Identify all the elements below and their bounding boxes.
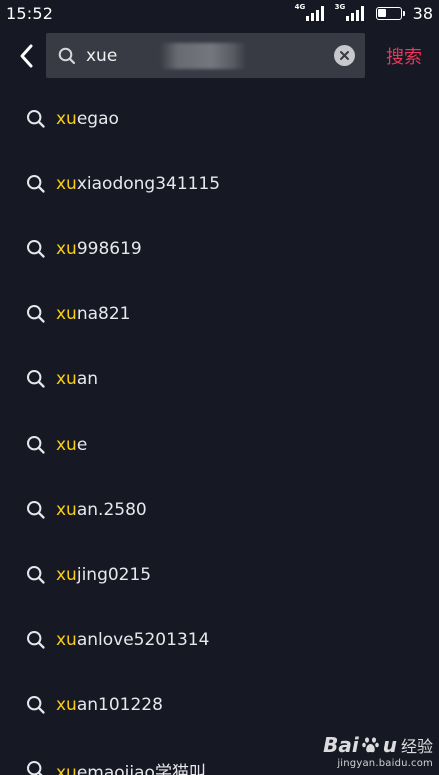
search-icon: [25, 694, 47, 716]
suggestion-text: xuna821: [56, 304, 130, 324]
suggestion-item[interactable]: xu998619: [0, 216, 439, 281]
watermark-brand-end: u: [382, 733, 397, 757]
suggestion-rest: 998619: [76, 238, 142, 259]
suggestion-highlight: xu: [56, 434, 77, 455]
suggestion-highlight: xu: [56, 762, 77, 775]
suggestion-rest: e: [76, 434, 88, 455]
baidu-jingyan-watermark: Bai u 经验 jingyan.baidu.com: [323, 733, 433, 769]
search-header: 搜索: [0, 26, 439, 88]
battery-icon: [375, 6, 405, 20]
signal-4g-label: 4G: [294, 3, 306, 11]
watermark-sub: 经验: [400, 737, 433, 756]
suggestion-highlight: xu: [56, 108, 77, 129]
suggestion-highlight: xu: [56, 499, 77, 520]
search-icon: [25, 564, 47, 586]
signal-3g-label: 3G: [334, 3, 346, 11]
search-submit-button[interactable]: 搜索: [386, 43, 422, 69]
status-bar: 15:52 4G 3G 38: [0, 0, 439, 26]
suggestion-text: xuan101228: [56, 695, 163, 715]
suggestion-text: xuan.2580: [56, 500, 147, 520]
suggestion-highlight: xu: [56, 173, 77, 194]
search-icon: [25, 434, 47, 456]
suggestion-rest: na821: [76, 304, 131, 325]
suggestion-rest: emaojiao学猫叫: [76, 762, 206, 775]
suggestion-item[interactable]: xuan101228: [0, 673, 439, 738]
watermark-url: jingyan.baidu.com: [337, 758, 433, 769]
close-circle-icon: [340, 51, 349, 60]
suggestion-rest: an.2580: [76, 499, 147, 520]
suggestion-rest: an: [76, 369, 99, 390]
search-icon: [25, 303, 47, 325]
suggestion-rest: jing0215: [76, 564, 152, 585]
suggestion-rest: egao: [76, 108, 119, 129]
battery-fill: [378, 9, 387, 17]
search-icon: [25, 499, 47, 521]
suggestion-highlight: xu: [56, 695, 77, 716]
status-icons: 4G 3G 38: [294, 3, 433, 23]
search-icon: [25, 759, 47, 775]
search-icon: [25, 173, 47, 195]
suggestion-text: xue: [56, 435, 87, 455]
suggestion-list: xuegao xuxiaodong341115 xu998619 xuna821 xua…: [0, 86, 439, 775]
suggestion-text: xuanlove5201314: [56, 630, 209, 650]
watermark-brand: Bai: [323, 733, 359, 757]
search-icon: [25, 108, 47, 130]
suggestion-item[interactable]: xuxiaodong341115: [0, 151, 439, 216]
search-icon: [25, 238, 47, 260]
status-time: 15:52: [6, 3, 54, 23]
suggestion-item[interactable]: xuan: [0, 347, 439, 412]
suggestion-item[interactable]: xuan.2580: [0, 477, 439, 542]
clear-search-button[interactable]: [334, 45, 355, 66]
suggestion-text: xuemaojiao学猫叫: [56, 758, 206, 775]
search-icon: [25, 629, 47, 651]
suggestion-text: xujing0215: [56, 565, 151, 585]
suggestion-item[interactable]: xuanlove5201314: [0, 608, 439, 673]
suggestion-item[interactable]: xuegao: [0, 86, 439, 151]
back-button[interactable]: [12, 40, 40, 72]
suggestion-highlight: xu: [56, 369, 77, 390]
battery-percent: 38: [412, 3, 433, 23]
suggestion-rest: xiaodong341115: [76, 173, 221, 194]
suggestion-highlight: xu: [56, 564, 77, 585]
suggestion-item[interactable]: xuna821: [0, 282, 439, 347]
suggestion-highlight: xu: [56, 304, 77, 325]
chevron-left-icon: [20, 44, 33, 68]
suggestion-rest: an101228: [76, 695, 163, 716]
app-screen: 15:52 4G 3G 38 xue 搜索 xuegao xuxiaodong3…: [0, 0, 439, 775]
redacted-text-blur: [160, 43, 246, 69]
suggestion-highlight: xu: [56, 238, 77, 259]
signal-4g-icon: 4G: [294, 3, 324, 21]
suggestion-text: xuan: [56, 369, 98, 389]
paw-icon: [361, 737, 379, 753]
suggestion-highlight: xu: [56, 630, 77, 651]
suggestion-text: xu998619: [56, 239, 142, 259]
suggestion-rest: anlove5201314: [76, 630, 210, 651]
suggestion-item[interactable]: xujing0215: [0, 542, 439, 607]
suggestion-text: xuegao: [56, 109, 119, 129]
signal-3g-icon: 3G: [334, 3, 364, 21]
search-box[interactable]: [46, 33, 365, 78]
suggestion-item[interactable]: xue: [0, 412, 439, 477]
suggestion-text: xuxiaodong341115: [56, 174, 220, 194]
search-icon: [25, 368, 47, 390]
search-icon: [56, 45, 78, 67]
